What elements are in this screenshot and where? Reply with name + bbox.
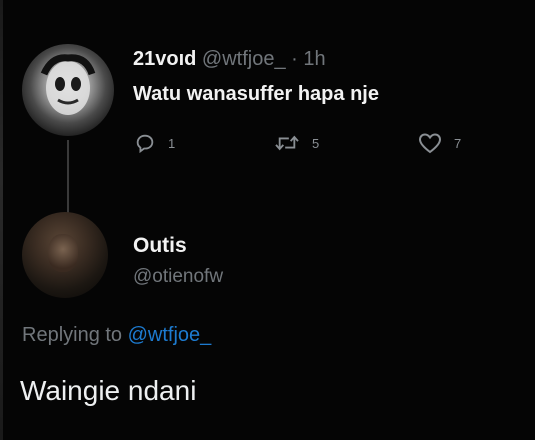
reply-avatar[interactable] bbox=[22, 212, 108, 298]
handle[interactable]: @wtfjoe_ bbox=[202, 48, 286, 70]
edge-strip bbox=[0, 0, 3, 440]
reply-avatar-image bbox=[48, 234, 78, 272]
avatar[interactable] bbox=[22, 44, 114, 136]
retweet-button[interactable]: 5 bbox=[274, 132, 319, 154]
reply-display-name[interactable]: Outis bbox=[133, 234, 187, 258]
replying-to-mention[interactable]: @wtfjoe_ bbox=[128, 324, 212, 346]
tweet-screen: 21voıd @wtfjoe_ · 1h Watu wanasuffer hap… bbox=[0, 0, 535, 440]
reply-handle[interactable]: @otienofw bbox=[133, 266, 223, 288]
reply-text: Waingie ndani bbox=[20, 375, 197, 406]
original-tweet[interactable]: 21voıd @wtfjoe_ · 1h Watu wanasuffer hap… bbox=[22, 44, 522, 240]
replying-to-label: Replying to bbox=[22, 324, 123, 346]
like-icon bbox=[418, 133, 442, 154]
replying-to-line: Replying to @wtfjoe_ bbox=[22, 324, 211, 347]
reply-button[interactable]: 1 bbox=[134, 132, 175, 154]
like-count: 7 bbox=[454, 135, 462, 151]
reply-count: 1 bbox=[168, 135, 176, 151]
like-button[interactable]: 7 bbox=[418, 132, 461, 154]
timestamp[interactable]: 1h bbox=[303, 48, 325, 70]
tweet-text: Watu wanasuffer hapa nje bbox=[133, 83, 379, 105]
reply-icon bbox=[136, 134, 154, 154]
tweet-header: 21voıd @wtfjoe_ · 1h bbox=[133, 48, 326, 71]
retweet-icon bbox=[275, 135, 299, 151]
avatar-image bbox=[40, 54, 96, 115]
retweet-count: 5 bbox=[312, 135, 320, 151]
tweet-actions: 1 5 7 bbox=[134, 132, 514, 162]
display-name[interactable]: 21voıd bbox=[133, 48, 196, 70]
separator-dot: · bbox=[291, 48, 298, 70]
